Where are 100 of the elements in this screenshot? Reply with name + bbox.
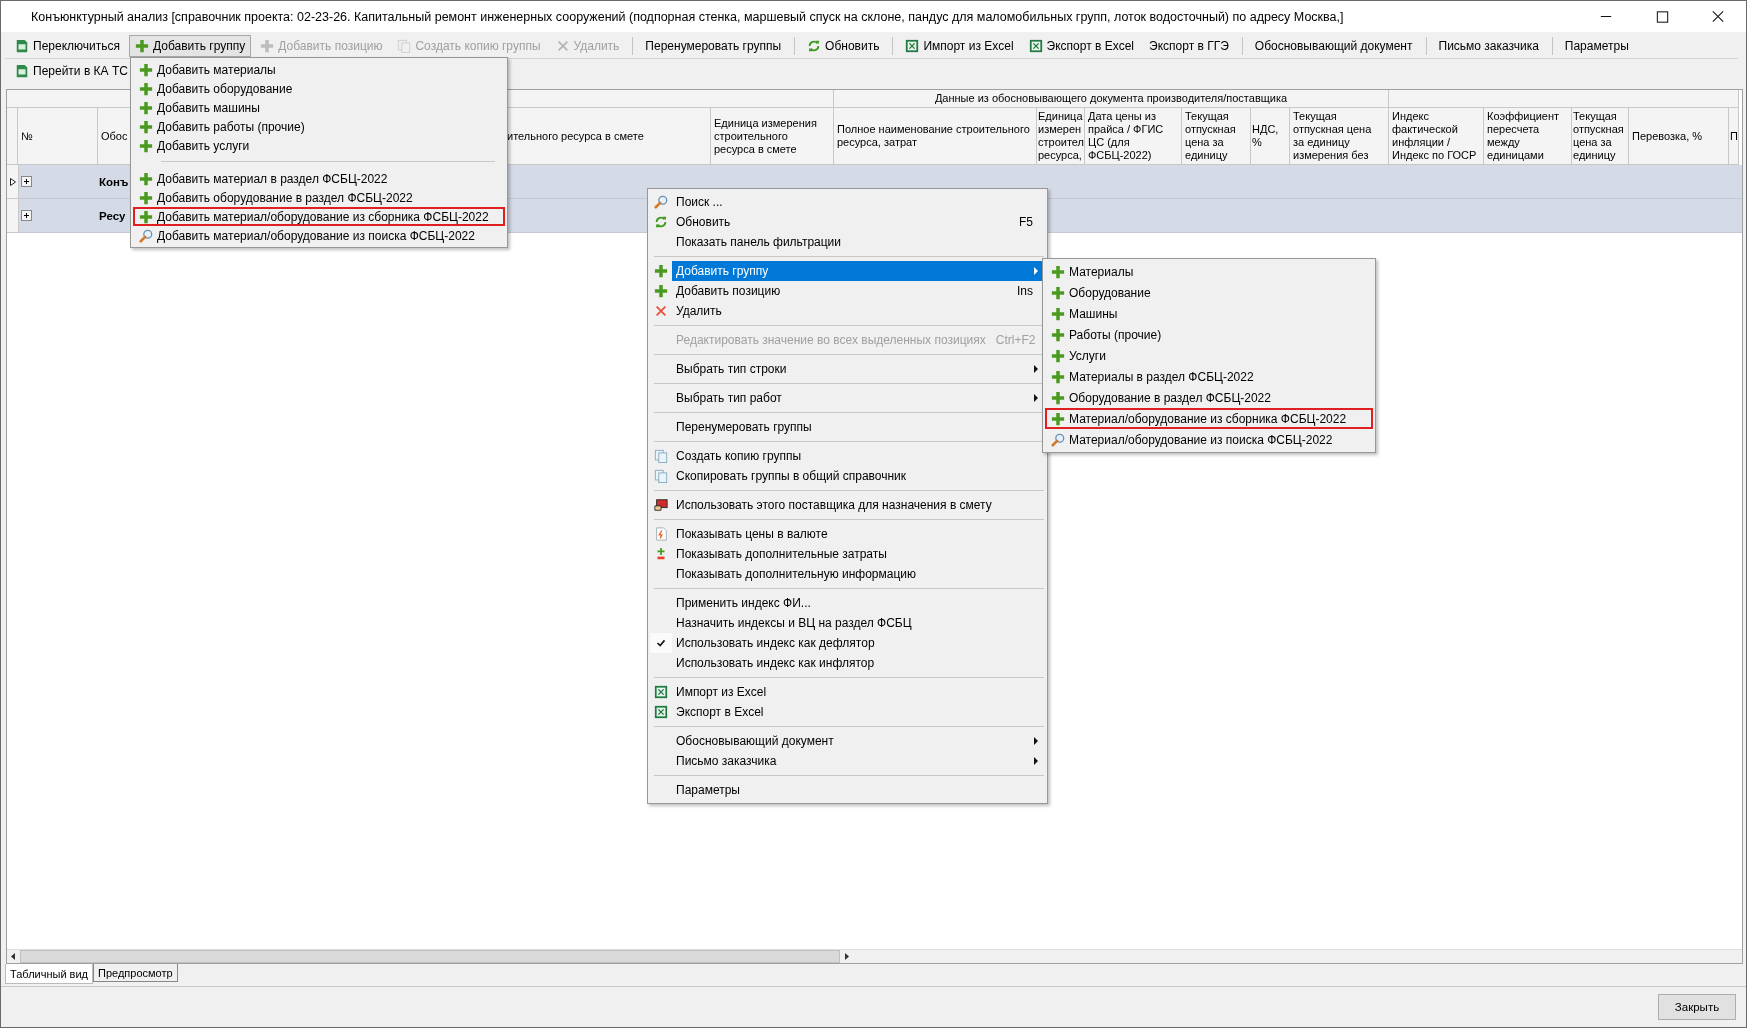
plus-icon xyxy=(1051,264,1065,279)
submenu-arrow-icon xyxy=(1033,364,1039,374)
copy-icon xyxy=(654,469,668,483)
column-header[interactable]: НДС, % xyxy=(1251,108,1290,165)
menu-item[interactable]: Выбрать тип работ xyxy=(650,388,1045,408)
menu-item[interactable]: Экспорт в Excel xyxy=(650,702,1045,722)
menu-item[interactable]: Работы (прочие) xyxy=(1045,324,1373,345)
plus-icon xyxy=(139,100,153,115)
toolbar-button[interactable]: Письмо заказчика xyxy=(1432,35,1545,57)
expand-button[interactable] xyxy=(21,176,32,187)
plus-icon xyxy=(654,284,668,298)
x-icon xyxy=(654,304,668,318)
spreadsheet-icon xyxy=(654,685,668,699)
column-header[interactable]: Единица измерения строительного ресурса в смете xyxy=(711,108,834,165)
toolbar-button[interactable]: Перенумеровать группы xyxy=(639,35,788,57)
menu-item[interactable]: Услуги xyxy=(1045,345,1373,366)
plus-icon xyxy=(654,264,668,278)
menu-item[interactable]: Показывать цены в валюте xyxy=(650,524,1045,544)
horizontal-scrollbar[interactable] xyxy=(7,949,1742,963)
expand-button[interactable] xyxy=(21,210,32,221)
plus-icon xyxy=(260,39,275,53)
tab[interactable]: Предпросмотр xyxy=(93,964,178,982)
menu-item[interactable]: Добавить оборудование xyxy=(133,79,505,98)
refresh-icon xyxy=(654,215,668,229)
row-pointer-icon xyxy=(8,176,17,187)
menu-item[interactable]: Создать копию группы xyxy=(650,446,1045,466)
spreadsheet-icon xyxy=(1028,39,1043,53)
close-button[interactable]: Закрыть xyxy=(1658,994,1736,1020)
menu-item[interactable]: Импорт из Excel xyxy=(650,682,1045,702)
toolbar-button[interactable]: Экспорт в Excel xyxy=(1022,35,1141,57)
card-icon xyxy=(654,498,668,512)
menu-item[interactable]: Обновить F5 xyxy=(650,212,1045,232)
column-header[interactable]: Индекс фактической инфляции / Индекс по ГОСР xyxy=(1389,108,1484,165)
column-header[interactable]: Текущая отпускная цена за единицу xyxy=(1572,108,1629,165)
plus-icon xyxy=(139,209,153,224)
toolbar-button[interactable]: Обновить xyxy=(801,35,886,57)
column-header[interactable]: Перевозка, % xyxy=(1629,108,1729,165)
menu-item[interactable]: Назначить индексы и ВЦ на раздел ФСБЦ xyxy=(650,613,1045,633)
menu-item[interactable]: Удалить xyxy=(650,301,1045,321)
menu-item[interactable]: Параметры xyxy=(650,780,1045,800)
menu-item[interactable]: Выбрать тип строки xyxy=(650,359,1045,379)
column-header[interactable]: Текущая отпускная цена за единицу измерения без xyxy=(1290,108,1389,165)
menu-item[interactable]: Материал/оборудование из поиска ФСБЦ-2022 xyxy=(1045,429,1373,450)
toolbar-button[interactable]: Обосновывающий документ xyxy=(1248,35,1419,57)
column-header[interactable]: Дата цены из прайса / ФГИС ЦС (для ФСБЦ-2022) xyxy=(1085,108,1182,165)
toolbar-button[interactable]: Экспорт в ГГЭ xyxy=(1143,35,1235,57)
refresh-icon xyxy=(807,39,822,53)
search-icon xyxy=(654,195,668,209)
menu-item[interactable]: Скопировать группы в общий справочник xyxy=(650,466,1045,486)
plus-icon xyxy=(139,138,153,153)
x-icon xyxy=(555,39,570,53)
menu-item[interactable]: Использовать индекс как инфлятор xyxy=(650,653,1045,673)
menu-item[interactable]: Материал/оборудование из сборника ФСБЦ-2022 xyxy=(1045,408,1373,429)
column-header[interactable]: № xyxy=(18,108,98,165)
search-icon xyxy=(139,228,153,243)
plus-icon xyxy=(1051,411,1065,426)
menu-item[interactable]: Использовать этого поставщика для назначения в смету xyxy=(650,495,1045,515)
spreadsheet-icon xyxy=(654,705,668,719)
toolbar-button[interactable]: Добавить группу xyxy=(129,35,252,57)
menu-item[interactable]: Показывать дополнительную информацию xyxy=(650,564,1045,584)
column-header[interactable]: Полное наименование строительного ресурса, затрат xyxy=(834,108,1037,165)
menu-item[interactable]: Добавить позицию Ins xyxy=(650,281,1045,301)
menu-item[interactable]: Материалы в раздел ФСБЦ-2022 xyxy=(1045,366,1373,387)
column-header[interactable]: П xyxy=(1729,108,1739,165)
menu-item[interactable]: Показать панель фильтрации xyxy=(650,232,1045,252)
menu-item[interactable]: Обосновывающий документ xyxy=(650,731,1045,751)
menu-item[interactable]: Оборудование в раздел ФСБЦ-2022 xyxy=(1045,387,1373,408)
menu-item[interactable]: Показывать дополнительные затраты xyxy=(650,544,1045,564)
window-title: Конъюнктурный анализ [справочник проекта: 02-23-26. Капитальный ремонт инженерных сооружений (подпорная стенка, маршевый спуск на склоне, пандус для маломобильных групп, лоток водосточный) по адресу Москва,] xyxy=(30,9,1345,24)
menu-item[interactable]: Добавить материал в раздел ФСБЦ-2022 xyxy=(133,169,505,188)
toolbar-button[interactable]: Переключиться xyxy=(9,35,126,57)
plus-icon xyxy=(1051,369,1065,384)
search-icon xyxy=(1051,432,1065,447)
tab[interactable]: Табличный вид xyxy=(5,964,94,984)
menu-item[interactable]: Использовать индекс как дефлятор xyxy=(650,633,1045,653)
plus-icon xyxy=(1051,285,1065,300)
menu-item[interactable]: Добавить материалы xyxy=(133,60,505,79)
column-header[interactable]: Единица измерен строител ресурса, xyxy=(1037,108,1085,165)
menu-item[interactable]: Добавить материал/оборудование из сборника ФСБЦ-2022 xyxy=(133,207,505,226)
plus-icon xyxy=(135,39,149,53)
plus-icon xyxy=(1051,306,1065,321)
plus-icon xyxy=(1051,327,1065,342)
document-icon xyxy=(654,527,668,541)
menu-item[interactable]: Машины xyxy=(1045,303,1373,324)
copy-icon xyxy=(654,449,668,463)
menu-item[interactable]: Применить индекс ФИ... xyxy=(650,593,1045,613)
menu-item[interactable]: Перенумеровать группы xyxy=(650,417,1045,437)
toolbar-button[interactable]: Импорт из Excel xyxy=(899,35,1020,57)
column-header[interactable]: Коэффициент пересчета между единицами xyxy=(1484,108,1572,165)
document-icon xyxy=(15,64,29,78)
column-group-header: Данные из обосновывающего документа производителя/поставщика xyxy=(834,90,1389,108)
plus-icon xyxy=(1051,348,1065,363)
plus-icon xyxy=(139,119,153,134)
toolbar-button[interactable]: Параметры xyxy=(1558,35,1635,57)
menu-item[interactable]: Письмо заказчика xyxy=(650,751,1045,771)
menu-item[interactable]: Добавить материал/оборудование из поиска ФСБЦ-2022 xyxy=(133,226,505,245)
plus-icon xyxy=(139,171,153,186)
column-header[interactable]: Текущая отпускная цена за единицу xyxy=(1182,108,1251,165)
menu-item[interactable]: Оборудование xyxy=(1045,282,1373,303)
menu-item[interactable]: Материалы xyxy=(1045,261,1373,282)
